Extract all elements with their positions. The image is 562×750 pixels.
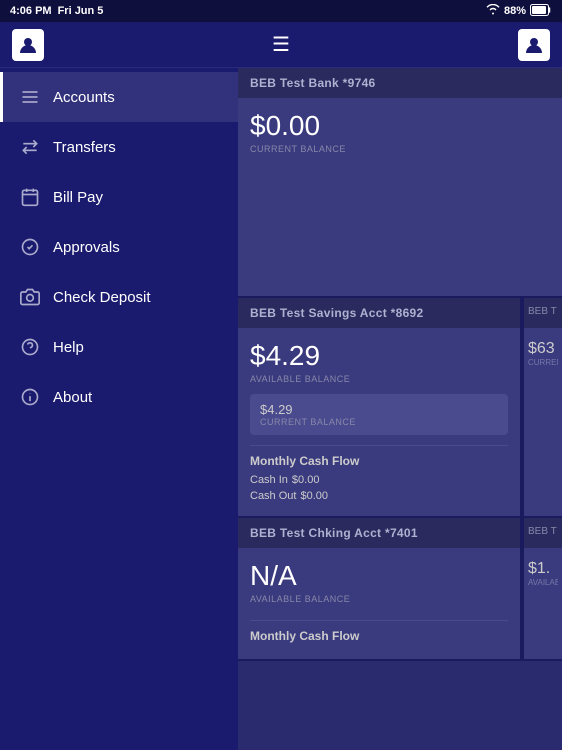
sidebar-item-billpay[interactable]: Bill Pay <box>0 172 238 222</box>
account-balance-7401: N/A <box>250 560 508 592</box>
partial-label-2: AVAILAB <box>528 578 558 587</box>
battery-status: 88% <box>504 5 526 17</box>
account-row-1: BEB Test Bank *9746 $0.00 CURRENT BALANC… <box>238 68 562 298</box>
balance-detail-8692: $4.29 CURRENT BALANCE <box>250 394 508 435</box>
sidebar-item-approvals[interactable]: Approvals <box>0 222 238 272</box>
account-card-9746[interactable]: BEB Test Bank *9746 $0.00 CURRENT BALANC… <box>238 68 562 296</box>
partial-balance-1: $63 <box>528 340 558 358</box>
sidebar-item-checkdeposit[interactable]: Check Deposit <box>0 272 238 322</box>
current-balance-label-8692: CURRENT BALANCE <box>260 417 498 427</box>
account-title-9746: BEB Test Bank *9746 <box>238 68 562 98</box>
status-time: 4:06 PM <box>10 5 52 17</box>
current-balance-amount-8692: $4.29 <box>260 402 498 417</box>
check-circle-icon <box>19 236 41 258</box>
account-row-2: BEB Test Savings Acct *8692 $4.29 AVAILA… <box>238 298 562 518</box>
partial-title-1: BEB T <box>528 306 558 317</box>
cash-in-row-8692: Cash In $0.00 <box>250 472 508 488</box>
content-area: BEB Test Bank *9746 $0.00 CURRENT BALANC… <box>238 68 562 750</box>
sidebar-label-billpay: Bill Pay <box>53 189 103 206</box>
account-row-3: BEB Test Chking Acct *7401 N/A AVAILABLE… <box>238 518 562 661</box>
partial-card-right-2: BEB T $1. AVAILAB <box>522 518 562 659</box>
partial-balance-2: $1. <box>528 560 558 578</box>
camera-icon <box>19 286 41 308</box>
app-header: ☰ <box>0 22 562 68</box>
bank-logo-right <box>518 29 550 61</box>
account-body-9746: $0.00 CURRENT BALANCE <box>238 98 562 296</box>
sidebar-label-transfers: Transfers <box>53 139 116 156</box>
hamburger-menu[interactable]: ☰ <box>272 32 290 57</box>
calendar-icon <box>19 186 41 208</box>
partial-title-2: BEB T <box>528 526 558 537</box>
account-balance-8692: $4.29 <box>250 340 508 372</box>
account-title-7401: BEB Test Chking Acct *7401 <box>238 518 520 548</box>
sidebar-item-help[interactable]: Help <box>0 322 238 372</box>
account-balance-label-8692: AVAILABLE BALANCE <box>250 374 508 384</box>
status-bar: 4:06 PM Fri Jun 5 88% <box>0 0 562 22</box>
partial-card-right-1: BEB T $63 CURREN <box>522 298 562 516</box>
help-icon <box>19 336 41 358</box>
wifi-icon <box>486 4 500 18</box>
account-title-8692: BEB Test Savings Acct *8692 <box>238 298 520 328</box>
cash-flow-title-8692: Monthly Cash Flow <box>250 454 508 468</box>
cash-flow-title-7401: Monthly Cash Flow <box>250 629 508 643</box>
bank-logo-left <box>12 29 44 61</box>
cash-flow-7401: Monthly Cash Flow <box>250 620 508 643</box>
partial-label-1: CURREN <box>528 358 558 367</box>
account-balance-label-9746: CURRENT BALANCE <box>250 144 550 154</box>
battery-icon <box>530 4 552 19</box>
main-layout: Accounts Transfers <box>0 68 562 750</box>
sidebar-item-accounts[interactable]: Accounts <box>0 72 238 122</box>
account-body-8692: $4.29 AVAILABLE BALANCE $4.29 CURRENT BA… <box>238 328 520 516</box>
account-card-7401[interactable]: BEB Test Chking Acct *7401 N/A AVAILABLE… <box>238 518 522 659</box>
account-card-8692[interactable]: BEB Test Savings Acct *8692 $4.29 AVAILA… <box>238 298 522 516</box>
sidebar-label-checkdeposit: Check Deposit <box>53 289 151 306</box>
transfer-icon <box>19 136 41 158</box>
sidebar-label-help: Help <box>53 339 84 356</box>
account-body-7401: N/A AVAILABLE BALANCE Monthly Cash Flow <box>238 548 520 659</box>
sidebar-label-about: About <box>53 389 92 406</box>
cash-flow-8692: Monthly Cash Flow Cash In $0.00 Cash Out… <box>250 445 508 504</box>
sidebar: Accounts Transfers <box>0 68 238 750</box>
account-balance-9746: $0.00 <box>250 110 550 142</box>
header-logo-right <box>518 29 550 61</box>
sidebar-label-approvals: Approvals <box>53 239 120 256</box>
info-icon <box>19 386 41 408</box>
list-icon <box>19 86 41 108</box>
header-logo-left <box>12 29 44 61</box>
status-date: Fri Jun 5 <box>58 5 104 17</box>
cash-out-row-8692: Cash Out $0.00 <box>250 488 508 504</box>
sidebar-item-about[interactable]: About <box>0 372 238 422</box>
sidebar-item-transfers[interactable]: Transfers <box>0 122 238 172</box>
cash-out-value-8692: $0.00 <box>300 490 328 502</box>
sidebar-label-accounts: Accounts <box>53 89 115 106</box>
account-balance-label-7401: AVAILABLE BALANCE <box>250 594 508 604</box>
cash-in-value-8692: $0.00 <box>292 474 320 486</box>
